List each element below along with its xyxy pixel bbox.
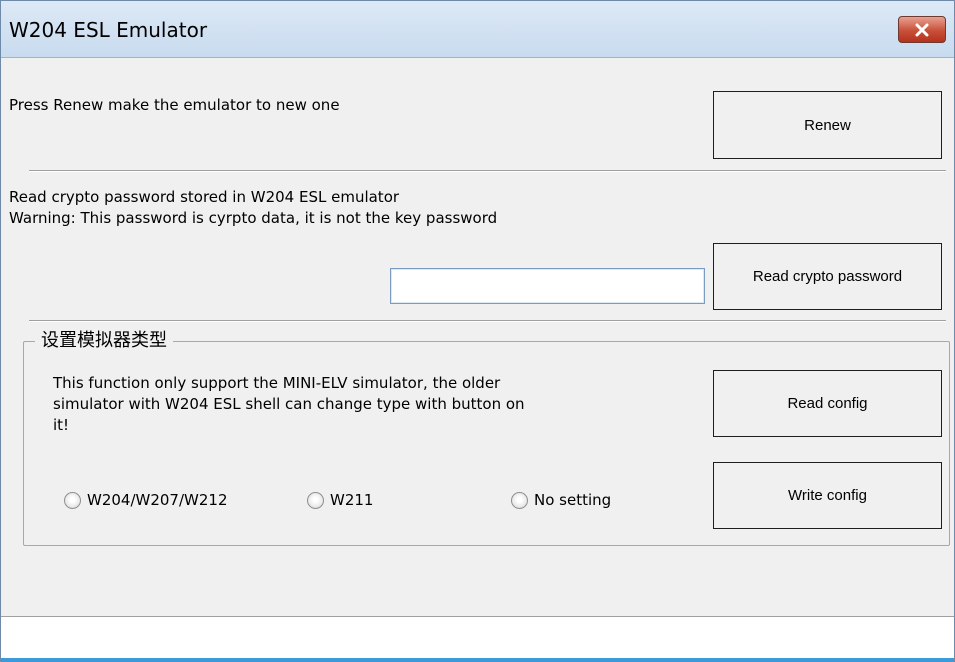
crypto-description: Read crypto password stored in W204 ESL …	[9, 188, 400, 206]
crypto-password-field[interactable]	[390, 268, 705, 304]
radio-label: No setting	[534, 491, 612, 509]
radio-button-icon[interactable]	[511, 491, 528, 509]
config-description-line: This function only support the MINI-ELV …	[53, 374, 501, 392]
read-crypto-password-button[interactable]: Read crypto password	[713, 243, 942, 310]
config-description-line: simulator with W204 ESL shell can change…	[53, 395, 525, 413]
config-group-title: 设置模拟器类型	[35, 329, 173, 353]
close-icon	[914, 23, 930, 37]
read-config-button[interactable]: Read config	[713, 370, 942, 437]
separator	[29, 170, 946, 172]
close-button[interactable]	[898, 16, 946, 43]
client-area: Press Renew make the emulator to new one…	[1, 59, 954, 662]
app-window: W204 ESL Emulator Press Renew make the e…	[0, 0, 955, 662]
crypto-warning: Warning: This password is cyrpto data, i…	[9, 209, 498, 227]
radio-button-icon[interactable]	[64, 491, 81, 509]
radio-label: W211	[330, 491, 374, 509]
write-config-button[interactable]: Write config	[713, 462, 942, 529]
separator	[29, 320, 946, 322]
window-title: W204 ESL Emulator	[9, 18, 208, 42]
config-description-line: it!	[53, 416, 70, 434]
radio-button-icon[interactable]	[307, 491, 324, 509]
renew-button[interactable]: Renew	[713, 91, 942, 159]
title-bar[interactable]: W204 ESL Emulator	[1, 1, 954, 58]
radio-w204-w207-w212[interactable]: W204/W207/W212	[64, 491, 228, 509]
status-bar	[1, 616, 954, 662]
radio-w211[interactable]: W211	[307, 491, 373, 509]
radio-label: W204/W207/W212	[87, 491, 228, 509]
radio-no-setting[interactable]: No setting	[511, 491, 611, 509]
renew-description: Press Renew make the emulator to new one	[9, 96, 340, 114]
